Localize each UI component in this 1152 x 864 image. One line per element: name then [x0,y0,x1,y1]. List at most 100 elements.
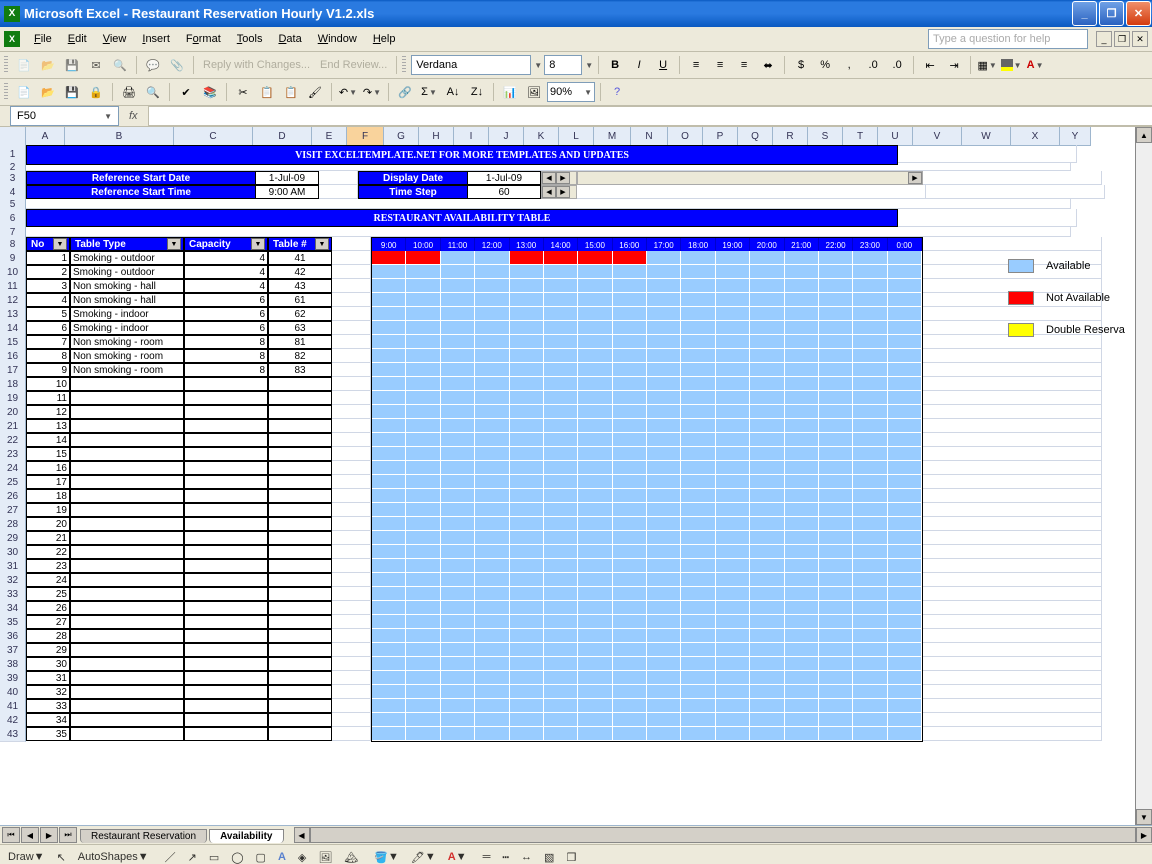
row-header[interactable]: 14 [0,321,26,336]
row-header[interactable]: 12 [0,293,26,308]
schedule-cell[interactable] [853,475,887,489]
schedule-cell[interactable] [475,545,509,559]
schedule-cell[interactable] [888,503,922,517]
column-header-W[interactable]: W [962,127,1011,146]
schedule-cell[interactable] [372,615,406,629]
schedule-cell[interactable] [578,279,612,293]
schedule-cell[interactable] [853,587,887,601]
schedule-cell[interactable] [681,727,715,741]
schedule-cell[interactable] [681,503,715,517]
column-header-X[interactable]: X [1011,127,1060,146]
schedule-cell[interactable] [441,377,475,391]
schedule-cell[interactable] [888,517,922,531]
help-icon[interactable]: ? [606,81,628,103]
schedule-cell[interactable] [475,727,509,741]
schedule-cell[interactable] [441,251,475,265]
schedule-cell[interactable] [681,615,715,629]
schedule-cell[interactable] [544,531,578,545]
arrow-icon[interactable]: ↗ [184,847,201,864]
schedule-cell[interactable] [647,433,681,447]
schedule-cell[interactable] [613,657,647,671]
row-header[interactable]: 27 [0,503,26,518]
schedule-cell[interactable] [475,573,509,587]
schedule-cell[interactable] [544,727,578,741]
row-header[interactable]: 16 [0,349,26,364]
schedule-cell[interactable] [647,489,681,503]
vertical-scrollbar[interactable]: ▲ ▼ [1135,127,1152,825]
row-header[interactable]: 40 [0,685,26,700]
schedule-cell[interactable] [888,531,922,545]
schedule-cell[interactable] [475,559,509,573]
schedule-cell[interactable] [681,419,715,433]
schedule-cell[interactable] [888,461,922,475]
schedule-cell[interactable] [613,307,647,321]
schedule-cell[interactable] [785,419,819,433]
schedule-cell[interactable] [716,727,750,741]
schedule-cell[interactable] [750,335,784,349]
schedule-cell[interactable] [819,265,853,279]
schedule-cell[interactable] [853,265,887,279]
column-header-F[interactable]: F [347,127,384,146]
column-header-K[interactable]: K [524,127,559,146]
column-headers[interactable]: ABCDEFGHIJKLMNOPQRSTUVWXY [0,127,1135,145]
column-header-S[interactable]: S [808,127,843,146]
schedule-cell[interactable] [853,251,887,265]
schedule-cell[interactable] [819,573,853,587]
schedule-cell[interactable] [716,419,750,433]
schedule-cell[interactable] [647,671,681,685]
align-left-button[interactable]: ≡ [685,54,707,76]
schedule-cell[interactable] [441,545,475,559]
row-header[interactable]: 36 [0,629,26,644]
schedule-cell[interactable] [853,335,887,349]
schedule-cell[interactable] [613,671,647,685]
schedule-cell[interactable] [441,391,475,405]
schedule-cell[interactable] [441,727,475,741]
column-header-E[interactable]: E [312,127,347,146]
schedule-cell[interactable] [716,447,750,461]
schedule-cell[interactable] [750,573,784,587]
row-header[interactable]: 42 [0,713,26,728]
schedule-cell[interactable] [544,391,578,405]
schedule-cell[interactable] [716,545,750,559]
schedule-cell[interactable] [406,503,440,517]
schedule-cell[interactable] [819,335,853,349]
schedule-cell[interactable] [441,475,475,489]
row-header[interactable]: 35 [0,615,26,630]
schedule-cell[interactable] [544,685,578,699]
schedule-cell[interactable] [372,671,406,685]
fill-color-button[interactable]: ▼ [1000,54,1022,76]
schedule-cell[interactable] [406,713,440,727]
schedule-cell[interactable] [853,489,887,503]
schedule-cell[interactable] [888,559,922,573]
schedule-cell[interactable] [785,573,819,587]
schedule-cell[interactable] [613,545,647,559]
schedule-cell[interactable] [716,601,750,615]
schedule-cell[interactable] [647,461,681,475]
schedule-cell[interactable] [888,699,922,713]
menu-edit[interactable]: Edit [60,30,95,48]
row-header[interactable]: 19 [0,391,26,406]
dash-style-button[interactable]: ┅ [498,847,513,864]
schedule-cell[interactable] [647,321,681,335]
schedule-cell[interactable] [819,629,853,643]
autoshapes-button[interactable]: AutoShapes ▼ [74,847,153,864]
schedule-cell[interactable] [750,587,784,601]
schedule-cell[interactable] [716,265,750,279]
schedule-cell[interactable] [785,447,819,461]
schedule-cell[interactable] [716,531,750,545]
schedule-cell[interactable] [510,671,544,685]
schedule-cell[interactable] [613,503,647,517]
schedule-cell[interactable] [406,251,440,265]
row-header[interactable]: 32 [0,573,26,588]
schedule-cell[interactable] [372,573,406,587]
schedule-cell[interactable] [372,517,406,531]
row-header[interactable]: 43 [0,727,26,742]
schedule-cell[interactable] [613,377,647,391]
column-header-B[interactable]: B [65,127,174,146]
column-header-C[interactable]: C [174,127,253,146]
schedule-cell[interactable] [716,643,750,657]
schedule-cell[interactable] [853,713,887,727]
schedule-cell[interactable] [544,405,578,419]
schedule-cell[interactable] [647,629,681,643]
horizontal-scrollbar[interactable]: ◀ ▶ [294,827,1152,843]
